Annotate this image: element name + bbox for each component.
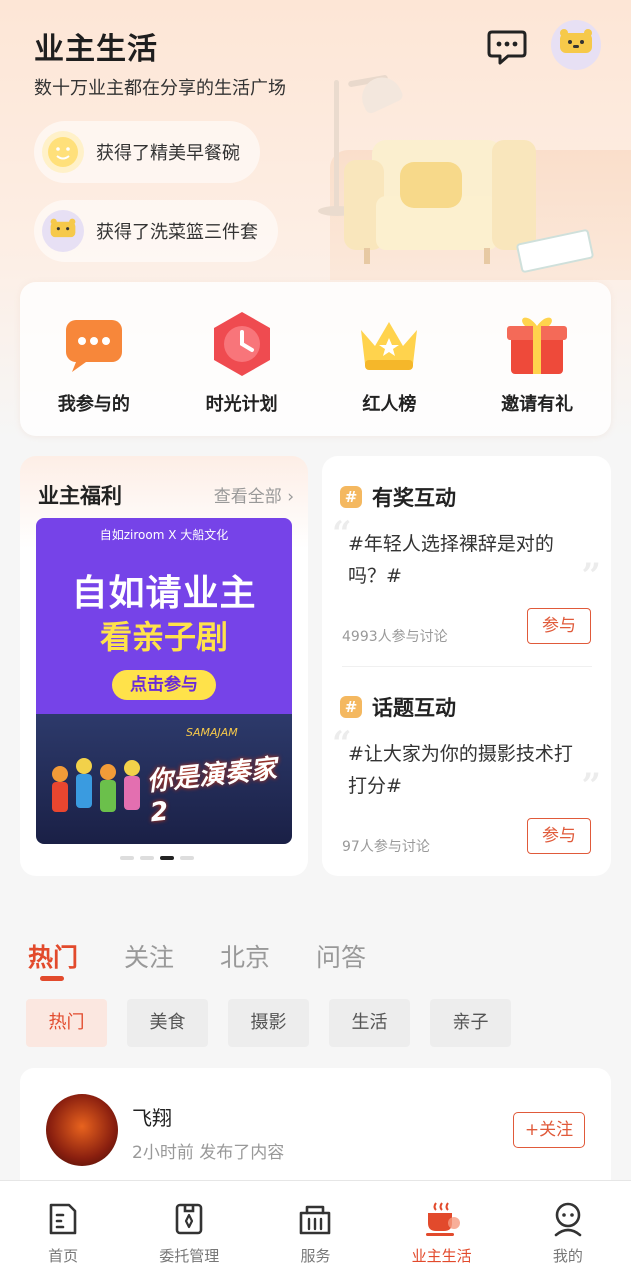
carousel-dot[interactable] — [120, 856, 134, 860]
topic-participant-count: 97人参与讨论 — [342, 839, 430, 855]
ticker-item: 获得了精美早餐碗 — [34, 121, 260, 183]
tab-hot[interactable]: 热门 — [28, 938, 78, 981]
topic-item[interactable]: # 有奖互动 “ ” #年轻人选择裸辞是对的吗？# 4993人参与讨论 参与 — [322, 456, 611, 666]
carousel-dot[interactable] — [180, 856, 194, 860]
quick-action-ranking[interactable]: 红人榜 — [319, 308, 459, 416]
service-icon — [300, 1205, 331, 1235]
author-avatar[interactable] — [46, 1094, 118, 1166]
quick-action-label: 红人榜 — [362, 394, 417, 415]
tabbar-label: 服务 — [300, 1247, 331, 1265]
topic-text: #让大家为你的摄影技术打打分# — [348, 743, 573, 797]
quick-action-invite[interactable]: 邀请有礼 — [467, 308, 607, 416]
quick-action-time-plan[interactable]: 时光计划 — [172, 308, 312, 416]
show-subtitle: SAMAJAM — [186, 726, 238, 739]
chip-hot[interactable]: 热门 — [26, 999, 107, 1047]
chip-life[interactable]: 生活 — [329, 999, 410, 1047]
tabbar-item-mine[interactable]: 我的 — [513, 1199, 623, 1280]
topic-participant-count: 4993人参与讨论 — [342, 629, 448, 645]
ziroom-bear-icon — [560, 29, 592, 53]
tabbar-label: 首页 — [48, 1247, 79, 1265]
quick-action-label: 时光计划 — [205, 394, 278, 415]
topics-card: # 有奖互动 “ ” #年轻人选择裸辞是对的吗？# 4993人参与讨论 参与 #… — [322, 456, 611, 876]
chip-photography[interactable]: 摄影 — [228, 999, 309, 1047]
hashtag-icon: # — [340, 696, 362, 718]
quick-actions: 我参与的 时光计划 红人榜 邀请有礼 — [20, 282, 611, 436]
chip-parenting[interactable]: 亲子 — [430, 999, 511, 1047]
gift-box-icon — [507, 317, 568, 374]
quick-action-label: 我参与的 — [57, 394, 130, 415]
lamp-illustration — [334, 80, 339, 210]
carousel-indicator — [120, 856, 194, 860]
topic-title: 话题互动 — [372, 696, 456, 720]
tab-qa[interactable]: 问答 — [316, 938, 366, 974]
hashtag-icon: # — [340, 486, 362, 508]
user-avatar[interactable] — [551, 20, 601, 70]
ticker-item: 获得了洗菜篮三件套 — [34, 200, 278, 262]
view-all-link[interactable]: 查看全部 › — [214, 482, 294, 507]
ticker-text: 获得了洗菜篮三件套 — [96, 222, 258, 243]
welfare-banner[interactable]: 自如ziroom X 大船文化 自如请业主 看亲子剧 点击参与 SAMAJAM … — [36, 518, 292, 844]
ticker-text: 获得了精美早餐碗 — [96, 143, 240, 164]
banner-headline: 自如请业主 — [71, 573, 257, 614]
banner-promo-area: 自如ziroom X 大船文化 自如请业主 看亲子剧 点击参与 — [36, 518, 292, 714]
tabbar-label: 委托管理 — [159, 1247, 220, 1265]
clipboard-icon — [175, 1203, 203, 1235]
home-icon — [49, 1203, 77, 1235]
tab-beijing[interactable]: 北京 — [220, 938, 270, 974]
welfare-card: 业主福利 查看全部 › 自如ziroom X 大船文化 自如请业主 看亲子剧 点… — [20, 456, 308, 876]
chat-dots-icon — [65, 320, 122, 372]
topic-title: 有奖互动 — [372, 486, 456, 510]
quick-action-participated[interactable]: 我参与的 — [24, 308, 164, 416]
topic-item[interactable]: # 话题互动 “ ” #让大家为你的摄影技术打打分# 97人参与讨论 参与 — [322, 666, 611, 876]
chip-food[interactable]: 美食 — [127, 999, 208, 1047]
smiley-avatar-icon — [42, 131, 84, 173]
page-title: 业主生活 — [34, 32, 158, 67]
tabbar-item-owner-life[interactable]: 业主生活 — [387, 1199, 497, 1280]
crown-icon — [361, 322, 418, 370]
performers-image — [52, 758, 140, 812]
profile-icon — [554, 1202, 582, 1237]
ziroom-bear-avatar-icon — [42, 210, 84, 252]
post-meta: 2小时前 发布了内容 — [132, 1143, 285, 1163]
show-title: 你是演奏家2 — [145, 754, 278, 829]
quick-action-label: 邀请有礼 — [501, 394, 574, 415]
welfare-title: 业主福利 — [38, 484, 122, 508]
follow-button[interactable]: +关注 — [513, 1112, 585, 1148]
tab-following[interactable]: 关注 — [124, 938, 174, 974]
tabbar-item-home[interactable]: 首页 — [8, 1199, 118, 1280]
banner-brand: 自如ziroom X 大船文化 — [99, 528, 229, 542]
category-chips: 热门 美食 摄影 生活 亲子 — [26, 999, 511, 1047]
bottom-tab-bar: 首页 委托管理 服务 业主生活 我的 — [0, 1180, 631, 1280]
join-topic-button[interactable]: 参与 — [527, 818, 591, 854]
tabbar-label: 我的 — [552, 1247, 583, 1265]
chat-bubble-icon — [487, 30, 527, 65]
banner-poster: SAMAJAM 你是演奏家2 — [36, 714, 292, 844]
clock-hexagon-icon — [213, 312, 270, 376]
coffee-cup-icon — [425, 1202, 460, 1236]
page-subtitle: 数十万业主都在分享的生活广场 — [34, 78, 286, 99]
topic-text: #年轻人选择裸辞是对的吗？# — [348, 533, 554, 587]
author-name[interactable]: 飞翔 — [132, 1102, 172, 1131]
feed-tabs: 热门 关注 北京 问答 — [28, 938, 366, 981]
banner-subheadline: 看亲子剧 — [99, 618, 228, 656]
tabbar-item-service[interactable]: 服务 — [260, 1199, 370, 1280]
message-button[interactable] — [486, 28, 528, 66]
carousel-dot-active[interactable] — [160, 856, 174, 860]
carousel-dot[interactable] — [140, 856, 154, 860]
banner-cta-button[interactable]: 点击参与 — [112, 670, 216, 700]
tabbar-item-entrust[interactable]: 委托管理 — [134, 1199, 244, 1280]
tabbar-label: 业主生活 — [411, 1247, 472, 1265]
join-topic-button[interactable]: 参与 — [527, 608, 591, 644]
